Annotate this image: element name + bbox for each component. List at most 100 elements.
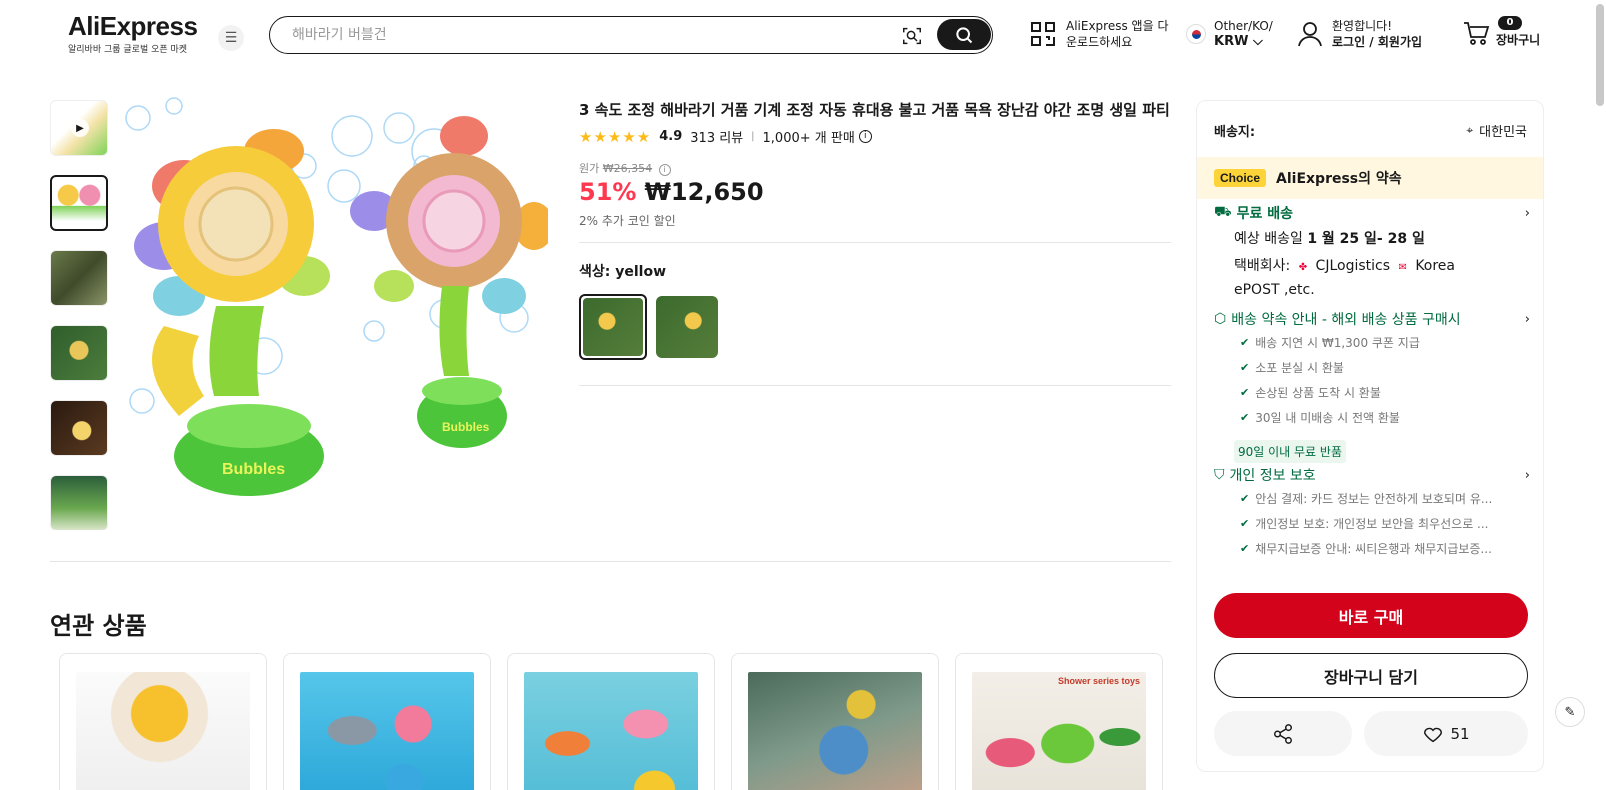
search-icon <box>956 26 973 43</box>
share-icon <box>1274 723 1292 744</box>
app-download-line2: 운로드하세요 <box>1066 35 1133 49</box>
product-image <box>76 672 250 790</box>
color-value: yellow <box>615 264 667 280</box>
guarantee-item-text: 소포 분실 시 환불 <box>1255 361 1344 375</box>
account[interactable]: 환영합니다! 로그인 / 회원가입 <box>1296 18 1422 50</box>
thumbnail-image[interactable] <box>50 400 108 456</box>
privacy-item: ✔ 채무지급보증 안내: 씨티은행과 채무지급보증... <box>1240 540 1492 557</box>
privacy-item-text: 채무지급보증 안내: 씨티은행과 채무지급보증... <box>1255 542 1492 556</box>
check-icon: ✔ <box>1240 517 1250 530</box>
product-image <box>748 672 922 790</box>
search-button[interactable] <box>937 19 991 50</box>
eta-value: 1 월 25 일- 28 일 <box>1307 231 1425 247</box>
pencil-icon: ✎ <box>1564 704 1576 720</box>
original-price-label: 원가 <box>579 162 600 175</box>
welcome-text: 환영합니다! <box>1332 19 1393 33</box>
buy-now-button[interactable]: 바로 구매 <box>1214 593 1528 638</box>
search-bar <box>269 16 993 54</box>
related-product-card[interactable]: Shower series toys <box>955 653 1163 790</box>
carrier-3: ePOST ,etc. <box>1234 282 1315 298</box>
delivery-guarantee-title: 배송 약속 안내 - 해외 배송 상품 구매시 <box>1231 312 1461 328</box>
logo-subtitle: 알리바바 그룹 글로벌 오픈 마켓 <box>68 45 188 55</box>
info-icon[interactable]: i <box>858 130 872 143</box>
bubbles-label-right: Bubbles <box>442 420 490 434</box>
product-image <box>300 672 474 790</box>
check-icon: ✔ <box>1240 361 1250 374</box>
color-swatch-yellow[interactable] <box>579 294 647 360</box>
cart-count-badge: 0 <box>1498 16 1522 30</box>
color-swatch-alt[interactable] <box>656 296 718 358</box>
color-label-text: 색상: <box>579 264 611 280</box>
region-selector[interactable]: Other/KO/ KRW ⌵ <box>1186 18 1273 50</box>
app-download[interactable]: AliExpress 앱을 다 운로드하세요 <box>1030 18 1168 50</box>
heart-icon <box>1424 727 1443 742</box>
cj-logo-icon: ✤ <box>1298 262 1308 273</box>
main-product-image[interactable]: Bubbles Bubbles <box>124 96 554 520</box>
price-info-icon[interactable]: i <box>658 164 671 176</box>
guarantee-item-text: 배송 지연 시 ₩1,300 쿠폰 지급 <box>1255 336 1420 350</box>
coin-discount: 2% 추가 코인 할인 <box>579 214 676 228</box>
image-search-icon[interactable] <box>901 25 923 47</box>
login-link[interactable]: 로그인 / 회원가입 <box>1332 34 1422 50</box>
free-shipping-label: 무료 배송 <box>1236 206 1294 222</box>
purchase-panel: 배송지: ⌖ 대한민국 Choice AliExpress의 약속 ⛟ 무료 배… <box>1196 100 1544 772</box>
card-badge: Shower series toys <box>1057 676 1140 686</box>
shield-icon: ⛉ <box>1214 467 1225 483</box>
wishlist-button[interactable]: 51 <box>1364 711 1528 756</box>
ship-to-selector[interactable]: ⌖ 대한민국 <box>1466 121 1527 140</box>
privacy-item: ✔ 개인정보 보호: 개인정보 보안을 최우선으로 ... <box>1240 515 1489 532</box>
thumbnail-image[interactable] <box>50 175 108 231</box>
separator: | <box>751 131 755 142</box>
region-line1: Other/KO/ <box>1214 19 1273 33</box>
guarantee-item-text: 손상된 상품 도착 시 환불 <box>1255 386 1381 400</box>
product-image: Shower series toys <box>972 672 1146 790</box>
delivery-guarantee-section[interactable]: ⬡ 배송 약속 안내 - 해외 배송 상품 구매시 › <box>1214 309 1530 329</box>
check-icon: ✔ <box>1240 386 1250 399</box>
carrier-prefix: 택배회사: <box>1234 258 1291 274</box>
thumbnail-image[interactable] <box>50 250 108 306</box>
logo[interactable]: AliExpress 알리바바 그룹 글로벌 오픈 마켓 <box>68 12 198 55</box>
choice-tag: Choice <box>1214 169 1267 187</box>
cart[interactable]: 0 장바구니 <box>1462 16 1540 48</box>
thumbnail-image[interactable] <box>50 325 108 381</box>
share-button[interactable] <box>1214 711 1352 756</box>
truck-icon: ⛟ <box>1214 204 1232 220</box>
app-download-line1: AliExpress 앱을 다 <box>1066 19 1169 33</box>
divider <box>579 385 1171 386</box>
related-product-card[interactable] <box>283 653 491 790</box>
chevron-right-icon: › <box>1524 467 1530 483</box>
user-icon <box>1298 22 1322 47</box>
menu-button[interactable]: ☰ <box>218 25 244 51</box>
eta-line: 예상 배송일 1 월 25 일- 28 일 <box>1234 228 1524 250</box>
check-icon: ✔ <box>1240 542 1250 555</box>
feedback-button[interactable]: ✎ <box>1555 697 1585 727</box>
chevron-right-icon: › <box>1524 205 1530 221</box>
choice-text: AliExpress의 약속 <box>1276 171 1402 187</box>
related-product-card[interactable] <box>731 653 939 790</box>
related-product-card[interactable] <box>507 653 715 790</box>
thumbnail-video[interactable]: ▶ <box>50 100 108 156</box>
free-shipping-section[interactable]: ⛟ 무료 배송 › <box>1214 203 1530 223</box>
ship-to-value: 대한민국 <box>1479 125 1527 140</box>
rating-row: ★★★★★ 4.9 313 리뷰 | 1,000+ 개 판매 i <box>579 127 872 146</box>
bubbles-label-left: Bubbles <box>222 461 285 478</box>
privacy-section[interactable]: ⛉ 개인 정보 보호 › <box>1214 465 1530 485</box>
add-to-cart-button[interactable]: 장바구니 담기 <box>1214 653 1528 698</box>
header: AliExpress 알리바바 그룹 글로벌 오픈 마켓 ☰ AliExpres… <box>0 0 1606 72</box>
original-price: ₩26,354 <box>602 162 653 175</box>
thumbnail-image[interactable] <box>50 475 108 530</box>
privacy-item-text: 개인정보 보호: 개인정보 보안을 최우선으로 ... <box>1255 517 1489 531</box>
eta-prefix: 예상 배송일 <box>1234 231 1303 247</box>
search-input[interactable] <box>292 25 852 45</box>
guarantee-item: ✔ 소포 분실 시 환불 <box>1240 359 1344 376</box>
choice-banner: Choice AliExpress의 약속 <box>1197 157 1543 199</box>
logo-text: AliExpress <box>68 11 198 41</box>
page-scrollbar[interactable] <box>1596 4 1604 106</box>
star-rating-icon: ★★★★★ <box>579 127 652 146</box>
price-row: 51% ₩12,650 <box>579 178 764 206</box>
play-icon: ▶ <box>71 119 89 137</box>
related-product-card[interactable] <box>59 653 267 790</box>
original-price-row: 원가 ₩26,354 i <box>579 160 671 176</box>
review-count[interactable]: 313 리뷰 <box>690 127 743 146</box>
color-label: 색상: yellow <box>579 261 666 281</box>
